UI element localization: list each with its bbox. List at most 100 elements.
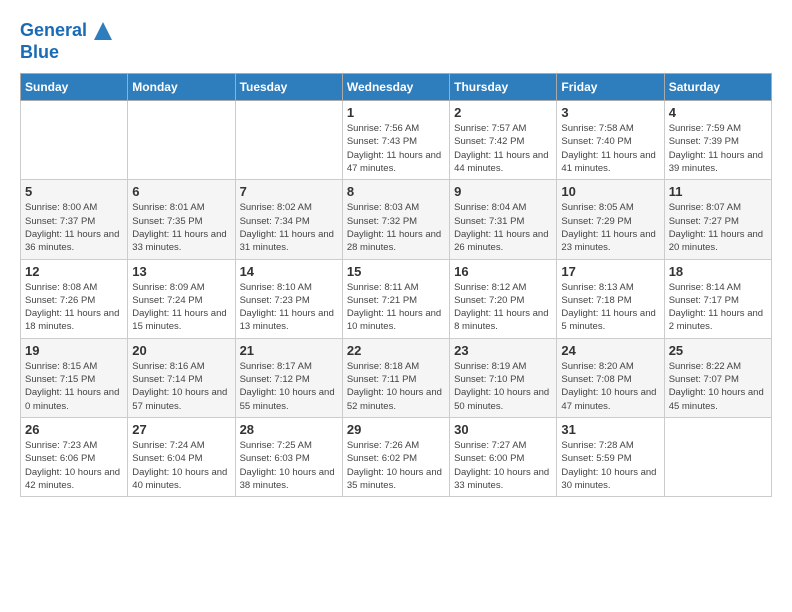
day-info: Sunrise: 8:14 AM Sunset: 7:17 PM Dayligh… — [669, 281, 767, 334]
day-number: 2 — [454, 105, 552, 120]
day-cell-31: 31Sunrise: 7:28 AM Sunset: 5:59 PM Dayli… — [557, 417, 664, 496]
day-number: 30 — [454, 422, 552, 437]
day-info: Sunrise: 7:59 AM Sunset: 7:39 PM Dayligh… — [669, 122, 767, 175]
day-info: Sunrise: 8:22 AM Sunset: 7:07 PM Dayligh… — [669, 360, 767, 413]
day-number: 29 — [347, 422, 445, 437]
day-header-saturday: Saturday — [664, 74, 771, 101]
day-number: 20 — [132, 343, 230, 358]
day-cell-12: 12Sunrise: 8:08 AM Sunset: 7:26 PM Dayli… — [21, 259, 128, 338]
day-info: Sunrise: 8:16 AM Sunset: 7:14 PM Dayligh… — [132, 360, 230, 413]
day-number: 27 — [132, 422, 230, 437]
day-info: Sunrise: 7:25 AM Sunset: 6:03 PM Dayligh… — [240, 439, 338, 492]
logo-icon — [94, 22, 112, 40]
day-cell-13: 13Sunrise: 8:09 AM Sunset: 7:24 PM Dayli… — [128, 259, 235, 338]
day-info: Sunrise: 7:26 AM Sunset: 6:02 PM Dayligh… — [347, 439, 445, 492]
day-info: Sunrise: 8:08 AM Sunset: 7:26 PM Dayligh… — [25, 281, 123, 334]
day-number: 28 — [240, 422, 338, 437]
day-info: Sunrise: 7:23 AM Sunset: 6:06 PM Dayligh… — [25, 439, 123, 492]
day-info: Sunrise: 7:56 AM Sunset: 7:43 PM Dayligh… — [347, 122, 445, 175]
day-number: 18 — [669, 264, 767, 279]
day-cell-21: 21 Sunrise: 8:17 AM Sunset: 7:12 PM Dayli… — [235, 338, 342, 417]
day-info: Sunrise: 8:05 AM Sunset: 7:29 PM Dayligh… — [561, 201, 659, 254]
day-cell-28: 28 Sunrise: 7:25 AM Sunset: 6:03 PM Dayli… — [235, 417, 342, 496]
day-cell-18: 18 Sunrise: 8:14 AM Sunset: 7:17 PM Dayli… — [664, 259, 771, 338]
day-header-monday: Monday — [128, 74, 235, 101]
day-cell-29: 29 Sunrise: 7:26 AM Sunset: 6:02 PM Dayli… — [342, 417, 449, 496]
day-cell-14: 14Sunrise: 8:10 AM Sunset: 7:23 PM Dayli… — [235, 259, 342, 338]
day-cell-17: 17Sunrise: 8:13 AM Sunset: 7:18 PM Dayli… — [557, 259, 664, 338]
day-number: 9 — [454, 184, 552, 199]
day-number: 24 — [561, 343, 659, 358]
logo-text: General — [20, 20, 112, 42]
day-cell-1: 1 Sunrise: 7:56 AM Sunset: 7:43 PM Daylig… — [342, 101, 449, 180]
day-cell-19: 19 Sunrise: 8:15 AM Sunset: 7:15 PM Dayli… — [21, 338, 128, 417]
day-info: Sunrise: 8:20 AM Sunset: 7:08 PM Dayligh… — [561, 360, 659, 413]
day-cell-9: 9 Sunrise: 8:04 AM Sunset: 7:31 PM Daylig… — [450, 180, 557, 259]
day-info: Sunrise: 7:28 AM Sunset: 5:59 PM Dayligh… — [561, 439, 659, 492]
week-row-3: 12Sunrise: 8:08 AM Sunset: 7:26 PM Dayli… — [21, 259, 772, 338]
day-cell-15: 15 Sunrise: 8:11 AM Sunset: 7:21 PM Dayli… — [342, 259, 449, 338]
day-cell-22: 22 Sunrise: 8:18 AM Sunset: 7:11 PM Dayli… — [342, 338, 449, 417]
day-info: Sunrise: 8:00 AM Sunset: 7:37 PM Dayligh… — [25, 201, 123, 254]
day-cell-11: 11 Sunrise: 8:07 AM Sunset: 7:27 PM Dayli… — [664, 180, 771, 259]
day-number: 3 — [561, 105, 659, 120]
day-number: 23 — [454, 343, 552, 358]
day-cell-27: 27 Sunrise: 7:24 AM Sunset: 6:04 PM Dayli… — [128, 417, 235, 496]
week-row-2: 5Sunrise: 8:00 AM Sunset: 7:37 PM Daylig… — [21, 180, 772, 259]
day-number: 21 — [240, 343, 338, 358]
day-cell-26: 26 Sunrise: 7:23 AM Sunset: 6:06 PM Dayli… — [21, 417, 128, 496]
day-info: Sunrise: 8:15 AM Sunset: 7:15 PM Dayligh… — [25, 360, 123, 413]
calendar-table: SundayMondayTuesdayWednesdayThursdayFrid… — [20, 73, 772, 497]
day-cell-8: 8Sunrise: 8:03 AM Sunset: 7:32 PM Daylig… — [342, 180, 449, 259]
day-info: Sunrise: 7:24 AM Sunset: 6:04 PM Dayligh… — [132, 439, 230, 492]
day-cell-25: 25 Sunrise: 8:22 AM Sunset: 7:07 PM Dayli… — [664, 338, 771, 417]
day-cell-5: 5Sunrise: 8:00 AM Sunset: 7:37 PM Daylig… — [21, 180, 128, 259]
day-number: 16 — [454, 264, 552, 279]
day-number: 14 — [240, 264, 338, 279]
day-number: 25 — [669, 343, 767, 358]
day-cell-7: 7 Sunrise: 8:02 AM Sunset: 7:34 PM Daylig… — [235, 180, 342, 259]
day-number: 7 — [240, 184, 338, 199]
day-info: Sunrise: 8:17 AM Sunset: 7:12 PM Dayligh… — [240, 360, 338, 413]
day-number: 11 — [669, 184, 767, 199]
day-header-sunday: Sunday — [21, 74, 128, 101]
day-number: 4 — [669, 105, 767, 120]
day-number: 1 — [347, 105, 445, 120]
week-row-4: 19 Sunrise: 8:15 AM Sunset: 7:15 PM Dayli… — [21, 338, 772, 417]
day-info: Sunrise: 8:12 AM Sunset: 7:20 PM Dayligh… — [454, 281, 552, 334]
day-info: Sunrise: 8:11 AM Sunset: 7:21 PM Dayligh… — [347, 281, 445, 334]
day-cell-24: 24 Sunrise: 8:20 AM Sunset: 7:08 PM Dayli… — [557, 338, 664, 417]
day-cell-3: 3Sunrise: 7:58 AM Sunset: 7:40 PM Daylig… — [557, 101, 664, 180]
day-header-tuesday: Tuesday — [235, 74, 342, 101]
day-info: Sunrise: 7:57 AM Sunset: 7:42 PM Dayligh… — [454, 122, 552, 175]
day-cell-30: 30 Sunrise: 7:27 AM Sunset: 6:00 PM Dayli… — [450, 417, 557, 496]
week-row-5: 26 Sunrise: 7:23 AM Sunset: 6:06 PM Dayli… — [21, 417, 772, 496]
day-number: 26 — [25, 422, 123, 437]
day-number: 15 — [347, 264, 445, 279]
day-header-thursday: Thursday — [450, 74, 557, 101]
day-cell-10: 10 Sunrise: 8:05 AM Sunset: 7:29 PM Dayli… — [557, 180, 664, 259]
day-number: 19 — [25, 343, 123, 358]
day-info: Sunrise: 8:04 AM Sunset: 7:31 PM Dayligh… — [454, 201, 552, 254]
week-row-1: 1 Sunrise: 7:56 AM Sunset: 7:43 PM Daylig… — [21, 101, 772, 180]
day-info: Sunrise: 8:19 AM Sunset: 7:10 PM Dayligh… — [454, 360, 552, 413]
day-number: 10 — [561, 184, 659, 199]
logo-blue: Blue — [20, 42, 112, 64]
day-info: Sunrise: 8:07 AM Sunset: 7:27 PM Dayligh… — [669, 201, 767, 254]
day-cell-20: 20 Sunrise: 8:16 AM Sunset: 7:14 PM Dayli… — [128, 338, 235, 417]
day-number: 22 — [347, 343, 445, 358]
day-info: Sunrise: 8:09 AM Sunset: 7:24 PM Dayligh… — [132, 281, 230, 334]
day-cell-4: 4 Sunrise: 7:59 AM Sunset: 7:39 PM Daylig… — [664, 101, 771, 180]
day-info: Sunrise: 7:27 AM Sunset: 6:00 PM Dayligh… — [454, 439, 552, 492]
page-header: General Blue — [20, 20, 772, 63]
empty-cell — [21, 101, 128, 180]
day-cell-16: 16 Sunrise: 8:12 AM Sunset: 7:20 PM Dayli… — [450, 259, 557, 338]
day-cell-23: 23 Sunrise: 8:19 AM Sunset: 7:10 PM Dayli… — [450, 338, 557, 417]
day-number: 8 — [347, 184, 445, 199]
day-info: Sunrise: 8:01 AM Sunset: 7:35 PM Dayligh… — [132, 201, 230, 254]
day-info: Sunrise: 8:02 AM Sunset: 7:34 PM Dayligh… — [240, 201, 338, 254]
day-header-wednesday: Wednesday — [342, 74, 449, 101]
day-info: Sunrise: 8:18 AM Sunset: 7:11 PM Dayligh… — [347, 360, 445, 413]
day-number: 17 — [561, 264, 659, 279]
day-header-friday: Friday — [557, 74, 664, 101]
